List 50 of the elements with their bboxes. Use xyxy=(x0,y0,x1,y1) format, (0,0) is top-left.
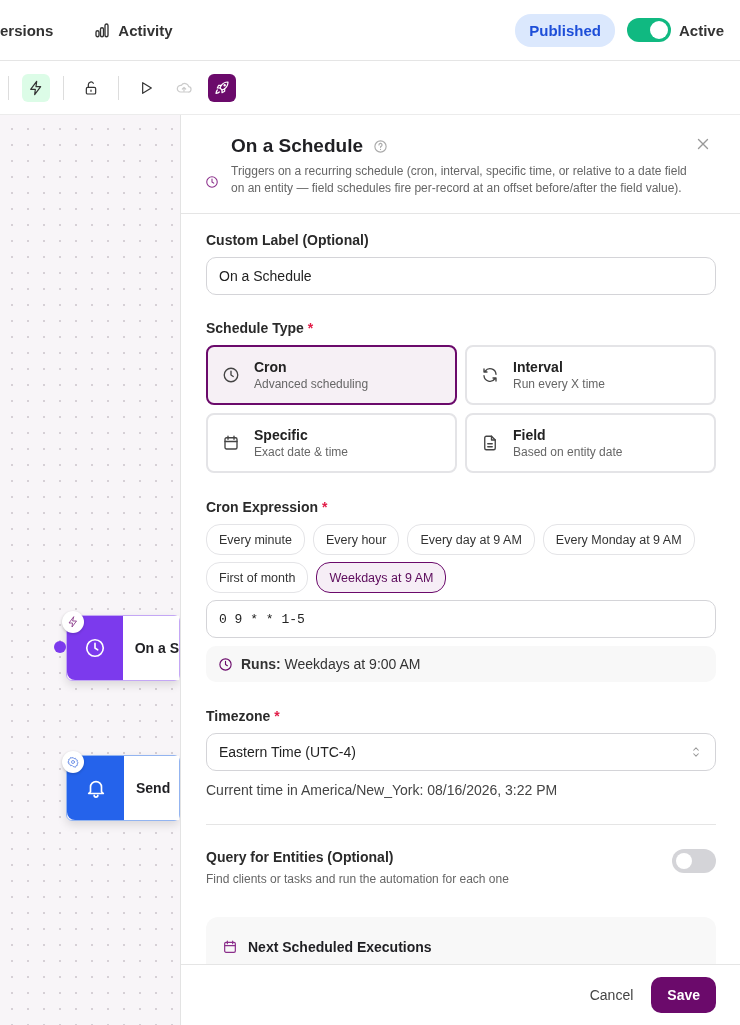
lightning-icon xyxy=(28,79,44,96)
header-tab[interactable]: ersions xyxy=(0,21,54,39)
clock-icon xyxy=(83,637,106,659)
clock-icon xyxy=(218,656,233,672)
gear-icon xyxy=(67,756,79,768)
active-toggle[interactable] xyxy=(626,18,671,42)
panel-title: On a Schedule xyxy=(231,135,363,157)
panel-description: Triggers on a recurring schedule (cron, interval, specific time, or relative to a date field on an entity — field schedules fire per-record at an offset before/after the field value). xyxy=(231,163,688,197)
field-label: Schedule Type * xyxy=(206,320,315,336)
save-button[interactable]: Save xyxy=(651,977,716,1013)
help-icon xyxy=(373,138,388,154)
preset-chip[interactable]: Weekdays at 9 AM xyxy=(316,562,447,593)
lightning-icon xyxy=(67,616,79,628)
schedule-type-option[interactable]: Field Based on entity date xyxy=(465,413,716,473)
preset-chip[interactable]: First of month xyxy=(206,562,309,593)
connection-handle[interactable] xyxy=(54,641,66,653)
preset-chip[interactable]: Every Monday at 9 AM xyxy=(542,524,695,555)
calendar-icon xyxy=(222,939,238,955)
cancel-button[interactable]: Cancel xyxy=(585,983,638,1007)
runs-summary: Runs: Weekdays at 9:00 AM xyxy=(241,656,421,672)
schedule-type-option[interactable]: Interval Run every X time xyxy=(465,345,716,405)
document-icon xyxy=(481,434,499,452)
lightning-button[interactable] xyxy=(22,73,50,102)
timezone-select[interactable]: Eastern Time (UTC-4) xyxy=(206,733,716,771)
calendar-icon xyxy=(222,434,240,452)
schedule-type-option[interactable]: Specific Exact date & time xyxy=(206,413,457,473)
preset-chip[interactable]: Every day at 9 AM xyxy=(407,524,535,555)
schedule-type-option[interactable]: Cron Advanced scheduling xyxy=(206,345,457,405)
padlock-icon xyxy=(83,79,99,96)
preset-chip[interactable]: Every minute xyxy=(206,524,305,555)
bar-chart-icon xyxy=(93,21,112,39)
clock-icon xyxy=(222,366,240,384)
field-label: Custom Label (Optional) xyxy=(206,232,370,248)
preset-chip[interactable]: Every hour xyxy=(312,524,400,555)
refresh-icon xyxy=(481,366,499,384)
header-tab[interactable]: Activity xyxy=(93,21,173,39)
field-description: Find clients or tasks and run the automation for each one xyxy=(206,872,509,886)
card-title: Next Scheduled Executions xyxy=(248,939,432,955)
toggle-label: Active xyxy=(678,21,724,39)
field-label: Query for Entities (Optional) xyxy=(206,849,395,865)
status-badge: Published xyxy=(515,13,615,47)
cron-input[interactable]: 0 9 * * 1-5 xyxy=(206,600,716,638)
rocket-icon xyxy=(214,79,230,96)
current-time-note: Current time in America/New_York: 08/16/2026, 3:22 PM xyxy=(206,782,559,798)
input-field[interactable]: On a Schedule xyxy=(206,257,716,295)
field-label: Cron Expression * xyxy=(206,499,329,515)
rocket-button[interactable] xyxy=(208,73,236,102)
query-toggle[interactable] xyxy=(672,849,716,873)
clock-icon xyxy=(205,175,219,189)
field-label: Timezone * xyxy=(206,708,281,724)
